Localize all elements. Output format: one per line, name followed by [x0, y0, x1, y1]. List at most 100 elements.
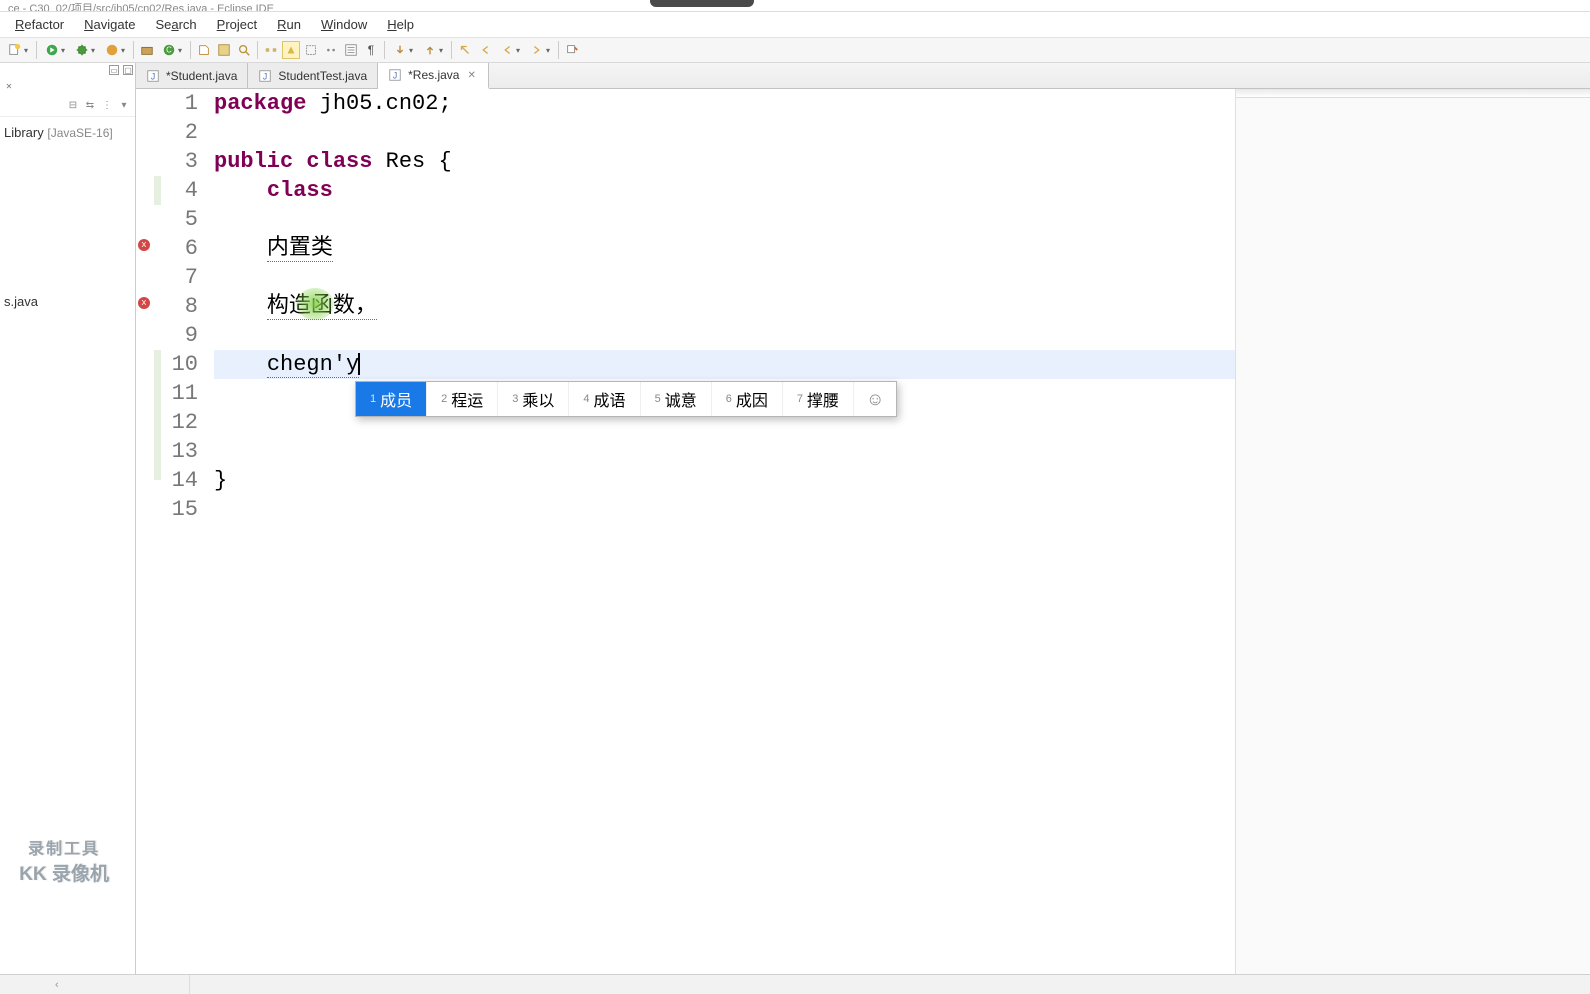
overview-ruler-panel: [1235, 89, 1590, 974]
line-number: 15: [162, 495, 198, 524]
new-package-icon[interactable]: [138, 41, 156, 59]
ime-candidate-number: 4: [583, 393, 589, 405]
filter-icon[interactable]: ⋮: [100, 98, 114, 112]
code-line[interactable]: [214, 495, 1235, 524]
next-annotation-dropdown-icon[interactable]: ▾: [389, 41, 417, 59]
package-explorer-panel: ▭ ▢ ✕ ⊟ ⇆ ⋮ ▾ Library [JavaSE-16] s.java: [0, 63, 136, 974]
debug-dropdown-icon[interactable]: ▾: [71, 41, 99, 59]
outline-icon[interactable]: [342, 41, 360, 59]
open-type-icon[interactable]: [195, 41, 213, 59]
pin-icon[interactable]: [563, 41, 581, 59]
ime-candidate-number: 3: [512, 393, 518, 405]
ime-candidate-popup[interactable]: 1 成员 2 程运 3 乘以 4 成语 5 诚意 6 成因 7 撑腰 ☺: [355, 381, 897, 417]
collapse-all-icon[interactable]: ⊟: [66, 98, 80, 112]
close-view-icon[interactable]: ✕: [4, 81, 14, 91]
editor-tab-bar: J *Student.java J StudentTest.java J *Re…: [136, 63, 1590, 89]
line-number: 4: [162, 176, 198, 205]
ime-candidate-number: 5: [655, 393, 661, 405]
ime-candidate[interactable]: 2 程运: [427, 382, 498, 416]
code-editor[interactable]: x x 123456789101112131415 package jh05.c…: [136, 89, 1590, 974]
ime-candidate[interactable]: 1 成员: [356, 382, 427, 416]
block-selection-icon[interactable]: [302, 41, 320, 59]
error-marker-icon[interactable]: x: [138, 239, 150, 251]
code-line[interactable]: [214, 321, 1235, 350]
prev-annotation-dropdown-icon[interactable]: ▾: [419, 41, 447, 59]
menu-window[interactable]: Window: [312, 14, 376, 35]
pin-editor-icon[interactable]: ¶: [362, 41, 380, 59]
minimize-view-icon[interactable]: ▭: [109, 65, 119, 75]
view-menu-icon[interactable]: ▾: [117, 98, 131, 112]
last-edit-location-icon[interactable]: [456, 41, 474, 59]
coverage-dropdown-icon[interactable]: ▾: [101, 41, 129, 59]
ime-candidate-text: 诚意: [665, 387, 697, 411]
close-tab-icon[interactable]: ✕: [465, 70, 477, 81]
code-line[interactable]: [214, 205, 1235, 234]
ime-candidate-number: 2: [441, 393, 447, 405]
menu-run[interactable]: Run: [268, 14, 310, 35]
save-icon[interactable]: [215, 41, 233, 59]
ime-candidate-number: 1: [370, 393, 376, 405]
line-number: 5: [162, 205, 198, 234]
ime-candidate-text: 程运: [451, 387, 483, 411]
line-number: 9: [162, 321, 198, 350]
svg-text:J: J: [393, 71, 397, 81]
maximize-view-icon[interactable]: ▢: [123, 65, 133, 75]
tab-label: StudentTest.java: [278, 69, 367, 83]
toolbar-separator: [451, 41, 452, 59]
toolbar-separator: [36, 41, 37, 59]
ime-candidate-number: 6: [726, 393, 732, 405]
ime-candidate-text: 成员: [380, 387, 412, 411]
error-marker-icon[interactable]: x: [138, 297, 150, 309]
window-title-text: ce - C30_02/项目/src/jh05/cn02/Res.java - …: [8, 3, 274, 12]
tab-student[interactable]: J *Student.java: [136, 63, 248, 88]
ime-candidate-text: 乘以: [522, 387, 554, 411]
code-line[interactable]: package jh05.cn02;: [214, 89, 1235, 118]
code-line[interactable]: 构造函数，: [214, 292, 1235, 321]
code-line[interactable]: [214, 118, 1235, 147]
toggle-mark-occurrences-icon[interactable]: [282, 41, 300, 59]
new-wizard-dropdown-icon[interactable]: ▾: [4, 41, 32, 59]
menu-project[interactable]: Project: [208, 14, 266, 35]
ime-candidate-text: 成因: [736, 387, 768, 411]
line-number: 10: [162, 350, 198, 379]
show-whitespace-icon[interactable]: [322, 41, 340, 59]
back-history-icon[interactable]: [476, 41, 494, 59]
code-line[interactable]: public class Res {: [214, 147, 1235, 176]
back-history-dropdown-icon[interactable]: ▾: [496, 41, 524, 59]
run-dropdown-icon[interactable]: ▾: [41, 41, 69, 59]
code-content[interactable]: package jh05.cn02; public class Res { cl…: [204, 89, 1235, 974]
menu-navigate[interactable]: Navigate: [75, 14, 144, 35]
code-line[interactable]: [214, 437, 1235, 466]
tab-res[interactable]: J *Res.java ✕: [378, 63, 489, 89]
explorer-toolbar: ⊟ ⇆ ⋮ ▾: [0, 95, 135, 117]
menu-help[interactable]: Help: [378, 14, 423, 35]
ime-candidate[interactable]: 5 诚意: [641, 382, 712, 416]
code-line[interactable]: }: [214, 466, 1235, 495]
ime-candidate-text: 成语: [594, 387, 626, 411]
ime-candidate[interactable]: 3 乘以: [498, 382, 569, 416]
search-icon[interactable]: [235, 41, 253, 59]
scroll-left-icon[interactable]: ‹: [55, 979, 59, 991]
ime-candidate[interactable]: 4 成语: [569, 382, 640, 416]
code-line[interactable]: chegn'y: [214, 350, 1235, 379]
code-line[interactable]: class: [214, 176, 1235, 205]
code-line[interactable]: 内置类: [214, 234, 1235, 263]
ime-candidate-number: 7: [797, 393, 803, 405]
link-editor-icon[interactable]: ⇆: [83, 98, 97, 112]
ime-emoji-icon[interactable]: ☺: [854, 382, 896, 416]
forward-history-dropdown-icon[interactable]: ▾: [526, 41, 554, 59]
toggle-breadcrumb-icon[interactable]: [262, 41, 280, 59]
tab-studenttest[interactable]: J StudentTest.java: [248, 63, 378, 88]
panel-view-controls: ▭ ▢: [0, 63, 135, 77]
library-node[interactable]: Library [JavaSE-16]: [2, 123, 133, 142]
new-class-dropdown-icon[interactable]: C▾: [158, 41, 186, 59]
ime-candidate[interactable]: 6 成因: [712, 382, 783, 416]
menu-search[interactable]: Search: [146, 14, 205, 35]
workspace: ▭ ▢ ✕ ⊟ ⇆ ⋮ ▾ Library [JavaSE-16] s.java…: [0, 63, 1590, 974]
file-node[interactable]: s.java: [2, 292, 133, 311]
code-line[interactable]: [214, 263, 1235, 292]
ime-candidate[interactable]: 7 撑腰: [783, 382, 854, 416]
top-notch-decoration: [650, 0, 754, 7]
menu-refactor[interactable]: Refactor: [6, 14, 73, 35]
ime-candidate-text: 撑腰: [807, 387, 839, 411]
